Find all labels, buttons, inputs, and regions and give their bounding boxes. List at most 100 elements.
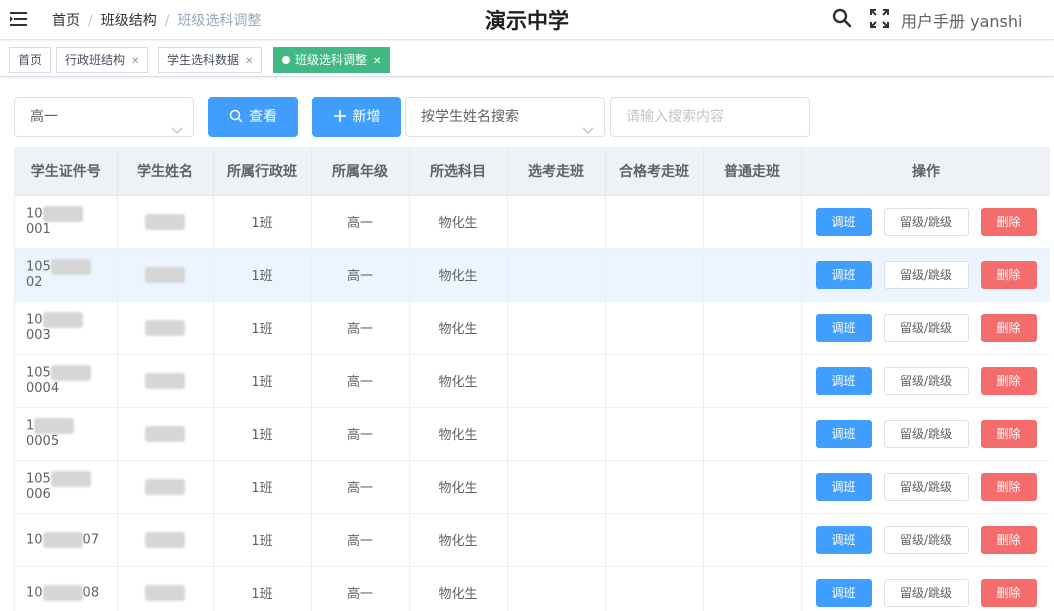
repeat-skip-button[interactable]: 留级/跳级 xyxy=(883,578,969,607)
adjust-class-button[interactable]: 调班 xyxy=(815,260,872,289)
student-name-cell xyxy=(117,513,214,567)
subjects-cell: 物化生 xyxy=(409,301,508,355)
close-icon[interactable]: ✕ xyxy=(131,56,139,67)
table-row[interactable]: 1050004 1班 高一 物化生 调班 留级/跳级 删除 xyxy=(15,354,1050,408)
student-id-prefix: 105 xyxy=(26,365,51,381)
proficiency-exam-class-cell xyxy=(605,460,704,514)
breadcrumb-item-home[interactable]: 首页 xyxy=(52,13,80,29)
breadcrumb: 首页 / 班级结构 / 班级选科调整 xyxy=(52,10,261,30)
table-row[interactable]: 10005 1班 高一 物化生 调班 留级/跳级 删除 xyxy=(15,407,1050,461)
search-icon[interactable] xyxy=(832,8,852,28)
table-row[interactable]: 10502 1班 高一 物化生 调班 留级/跳级 删除 xyxy=(15,248,1050,302)
search-type-select[interactable]: 按学生姓名搜索 xyxy=(405,97,605,137)
adjust-class-button[interactable]: 调班 xyxy=(815,313,872,342)
student-id-cell: 10 08 xyxy=(15,566,118,611)
student-id-suffix: 001 xyxy=(26,222,51,237)
proficiency-exam-class-cell xyxy=(605,566,704,611)
breadcrumb-separator: / xyxy=(164,13,170,29)
adjust-class-button[interactable]: 调班 xyxy=(815,207,872,236)
table-header-row: 学生证件号 学生姓名 所属行政班 所属年级 所选科目 选考走班 合格考走班 普通… xyxy=(15,147,1050,196)
redacted-block xyxy=(50,471,91,487)
proficiency-exam-class-cell xyxy=(605,248,704,302)
student-name-cell xyxy=(117,248,214,302)
tag-label: 班级选科调整 xyxy=(295,53,368,67)
student-id-cell: 10 07 xyxy=(15,513,118,567)
elective-exam-class-cell xyxy=(507,354,606,408)
delete-button[interactable]: 删除 xyxy=(980,525,1037,554)
adjust-class-button[interactable]: 调班 xyxy=(815,525,872,554)
student-table: 学生证件号 学生姓名 所属行政班 所属年级 所选科目 选考走班 合格考走班 普通… xyxy=(14,147,1050,611)
delete-button[interactable]: 删除 xyxy=(980,419,1037,448)
close-icon[interactable]: ✕ xyxy=(245,56,253,67)
delete-button[interactable]: 删除 xyxy=(980,472,1037,501)
delete-button[interactable]: 删除 xyxy=(980,578,1037,607)
adjust-class-button[interactable]: 调班 xyxy=(815,366,872,395)
grade-cell: 高一 xyxy=(311,354,410,408)
table-row[interactable]: 10 07 1班 高一 物化生 调班 留级/跳级 删除 xyxy=(15,513,1050,567)
user-manual-link[interactable]: 用户手册 xyxy=(901,12,965,31)
subjects-cell: 物化生 xyxy=(409,407,508,461)
user-menu[interactable]: 用户手册 yanshi xyxy=(901,8,1022,32)
menu-fold-icon[interactable] xyxy=(9,10,29,28)
table-row[interactable]: 105006 1班 高一 物化生 调班 留级/跳级 删除 xyxy=(15,460,1050,514)
tags-view-bar: 首页 行政班结构 ✕ 学生选科数据 ✕ 班级选科调整 ✕ xyxy=(0,41,1054,77)
tag-admin-class-structure[interactable]: 行政班结构 ✕ xyxy=(56,47,149,73)
student-name-cell xyxy=(117,566,214,611)
student-id-cell: 1050004 xyxy=(15,354,118,408)
adjust-class-button[interactable]: 调班 xyxy=(815,419,872,448)
delete-button[interactable]: 删除 xyxy=(980,207,1037,236)
delete-button[interactable]: 删除 xyxy=(980,366,1037,395)
username: yanshi xyxy=(970,12,1023,31)
student-id-suffix: 0004 xyxy=(26,381,60,396)
regular-class-cell xyxy=(703,407,802,461)
query-button[interactable]: 查看 xyxy=(208,97,298,137)
redacted-block xyxy=(145,213,185,230)
grade-cell: 高一 xyxy=(311,248,410,302)
repeat-skip-button[interactable]: 留级/跳级 xyxy=(883,366,969,395)
table-row[interactable]: 10001 1班 高一 物化生 调班 留级/跳级 删除 xyxy=(15,195,1050,249)
tag-student-subject-data[interactable]: 学生选科数据 ✕ xyxy=(158,47,263,73)
breadcrumb-separator: / xyxy=(88,13,93,29)
search-icon xyxy=(229,109,243,123)
student-id-prefix: 105 xyxy=(26,471,51,487)
regular-class-cell xyxy=(703,460,802,514)
search-input[interactable] xyxy=(610,97,810,137)
student-id-prefix: 105 xyxy=(26,259,51,275)
grade-select[interactable]: 高一 xyxy=(14,97,194,137)
search-type-value: 按学生姓名搜索 xyxy=(421,109,519,125)
repeat-skip-button[interactable]: 留级/跳级 xyxy=(883,472,969,501)
regular-class-cell xyxy=(703,513,802,567)
repeat-skip-button[interactable]: 留级/跳级 xyxy=(883,260,969,289)
admin-class-cell: 1班 xyxy=(213,248,312,302)
admin-class-cell: 1班 xyxy=(213,513,312,567)
student-id-cell: 10003 xyxy=(15,301,118,355)
repeat-skip-button[interactable]: 留级/跳级 xyxy=(883,525,969,554)
repeat-skip-button[interactable]: 留级/跳级 xyxy=(883,313,969,342)
grade-cell: 高一 xyxy=(311,460,410,514)
student-id-prefix: 1 xyxy=(26,418,35,434)
repeat-skip-button[interactable]: 留级/跳级 xyxy=(883,207,969,236)
delete-button[interactable]: 删除 xyxy=(980,260,1037,289)
add-button[interactable]: 新增 xyxy=(312,97,401,137)
table-row[interactable]: 10 08 1班 高一 物化生 调班 留级/跳级 删除 xyxy=(15,566,1050,611)
elective-exam-class-cell xyxy=(507,301,606,355)
subjects-cell: 物化生 xyxy=(409,195,508,249)
delete-button[interactable]: 删除 xyxy=(980,313,1037,342)
student-id-cell: 105006 xyxy=(15,460,118,514)
chevron-down-icon xyxy=(582,112,594,134)
adjust-class-button[interactable]: 调班 xyxy=(815,472,872,501)
adjust-class-button[interactable]: 调班 xyxy=(815,578,872,607)
tag-class-subject-adjust[interactable]: 班级选科调整 ✕ xyxy=(273,47,391,73)
table-row[interactable]: 10003 1班 高一 物化生 调班 留级/跳级 删除 xyxy=(15,301,1050,355)
redacted-block xyxy=(145,478,185,495)
fullscreen-icon[interactable] xyxy=(870,9,889,28)
redacted-block xyxy=(145,319,185,336)
tag-home[interactable]: 首页 xyxy=(9,47,52,73)
breadcrumb-item-class-structure[interactable]: 班级结构 xyxy=(101,13,157,29)
student-name-cell xyxy=(117,195,214,249)
student-id-suffix: 0005 xyxy=(26,434,60,449)
redacted-block xyxy=(145,372,185,389)
elective-exam-class-cell xyxy=(507,566,606,611)
repeat-skip-button[interactable]: 留级/跳级 xyxy=(883,419,969,448)
close-icon[interactable]: ✕ xyxy=(373,56,381,67)
